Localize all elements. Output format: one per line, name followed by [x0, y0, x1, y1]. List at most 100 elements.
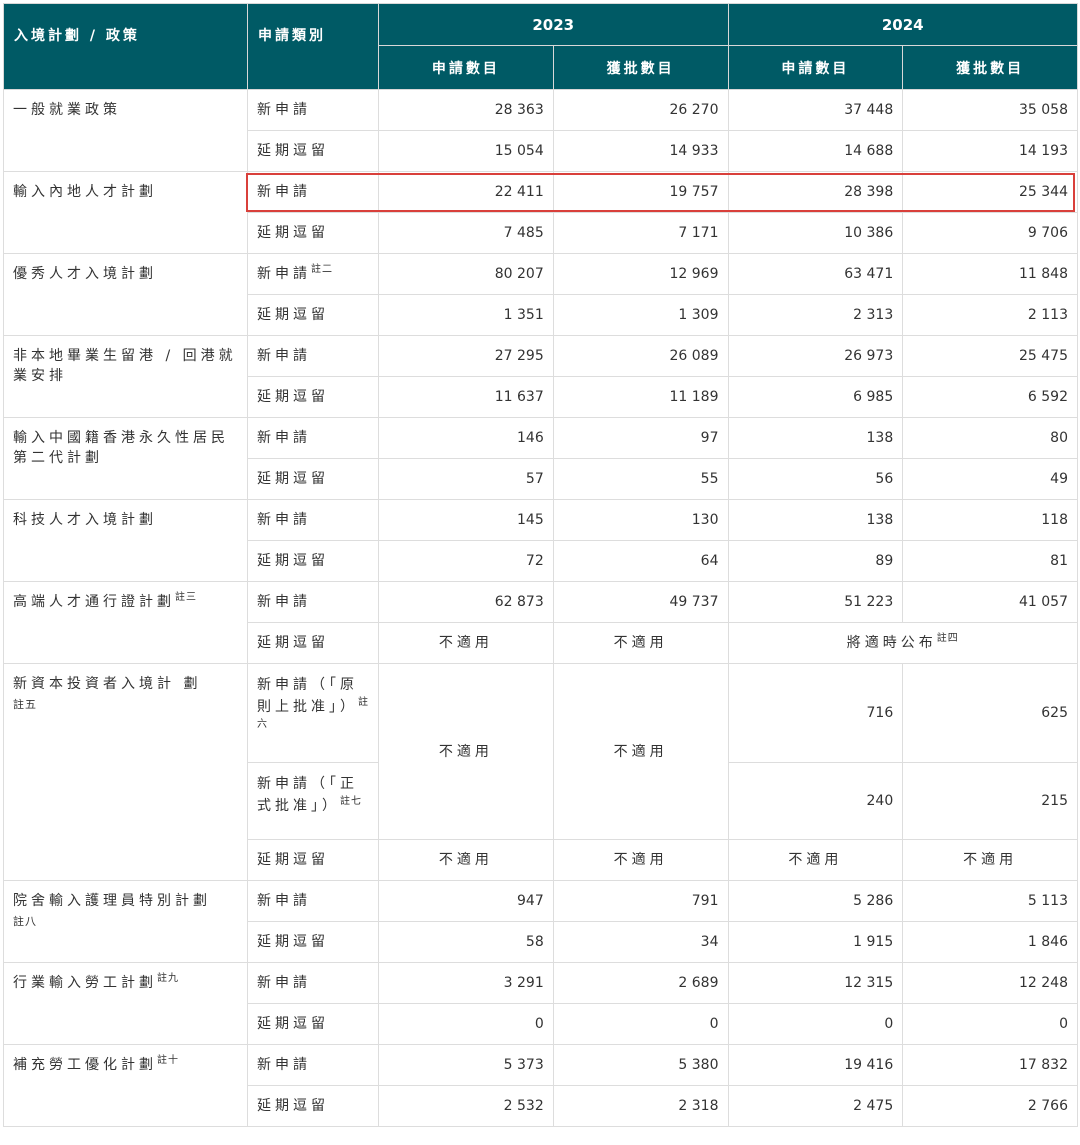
- value-cell: 130: [552, 499, 729, 541]
- scheme-name: 優秀人才入境計劃: [3, 253, 248, 336]
- category-new: 新申請: [247, 417, 379, 459]
- value-cell: 947: [378, 880, 554, 922]
- value-cell: 240: [727, 762, 904, 840]
- table-row: 新資本投資者入境計 劃註五 新申請（「原則上批准」）註六 不適用 不適用 716…: [3, 663, 1078, 881]
- value-cell: 17 832: [902, 1044, 1078, 1086]
- note-mark: 註二: [311, 264, 333, 275]
- value-cell: 72: [378, 540, 554, 582]
- category-new: 新申請註二: [247, 253, 379, 295]
- value-cell: 56: [727, 458, 904, 500]
- value-cell: 5 113: [902, 880, 1078, 922]
- category-extension: 延期逗留: [247, 1085, 379, 1127]
- value-cell: 37 448: [727, 89, 904, 131]
- value-cell: 146: [378, 417, 554, 459]
- value-cell: 716: [727, 663, 904, 763]
- value-cell: 6 985: [727, 376, 904, 418]
- not-applicable-cell: 不適用: [552, 839, 729, 881]
- value-cell: 138: [727, 417, 904, 459]
- scheme-name-cell: 新資本投資者入境計 劃註五: [3, 663, 248, 881]
- category-new: 新申請: [247, 962, 379, 1004]
- value-cell: 0: [552, 1003, 729, 1045]
- category-extension: 延期逗留: [247, 212, 379, 254]
- scheme-name: 高端人才通行證計劃: [13, 594, 175, 610]
- scheme-name-cell: 院舍輸入護理員特別計劃 註八: [3, 880, 248, 963]
- entry-scheme-statistics-table: 入境計劃 / 政策 申請類別 2023 2024 申請數目 獲批數目 申請數目 …: [3, 3, 1078, 1127]
- category-label: 新申請（「原則上批准」）: [257, 677, 358, 715]
- value-cell: 12 248: [902, 962, 1078, 1004]
- value-cell: 15 054: [378, 130, 554, 172]
- table-row: 一般就業政策 新申請 28 363 26 270 37 448 35 058: [3, 89, 1078, 172]
- value-cell: 9 706: [902, 212, 1078, 254]
- category-extension: 延期逗留: [247, 294, 379, 336]
- scheme-name-cell: 行業輸入勞工計劃註九: [3, 962, 248, 1045]
- value-cell: 625: [902, 663, 1078, 763]
- value-cell: 1 846: [902, 921, 1078, 963]
- value-cell: 0: [378, 1003, 554, 1045]
- header-year-2024: 2024: [727, 3, 1078, 46]
- value-cell: 81: [902, 540, 1078, 582]
- value-cell: 14 193: [902, 130, 1078, 172]
- category-extension: 延期逗留: [247, 622, 379, 664]
- value-cell: 1 915: [727, 921, 904, 963]
- to-be-announced-cell: 將適時公布註四: [727, 622, 1078, 664]
- category-extension: 延期逗留: [247, 1003, 379, 1045]
- value-cell: 28 398: [727, 171, 904, 213]
- value-cell: 5 373: [378, 1044, 554, 1086]
- table-row: 行業輸入勞工計劃註九 新申請 3 291 2 689 12 315 12 248: [3, 962, 1078, 1045]
- value-cell: 35 058: [902, 89, 1078, 131]
- value-cell: 10 386: [727, 212, 904, 254]
- value-cell: 57: [378, 458, 554, 500]
- value-cell: 63 471: [727, 253, 904, 295]
- value-cell: 51 223: [727, 581, 904, 623]
- category-extension: 延期逗留: [247, 376, 379, 418]
- header-2023-applications: 申請數目: [378, 45, 554, 90]
- scheme-name: 一般就業政策: [3, 89, 248, 172]
- category-extension: 延期逗留: [247, 540, 379, 582]
- not-applicable-cell: 不適用: [378, 839, 554, 881]
- scheme-name: 行業輸入勞工計劃: [13, 975, 157, 991]
- table-row: 非本地畢業生留港 / 回港就業安排 新申請 27 295 26 089 26 9…: [3, 335, 1078, 418]
- value-cell: 2 475: [727, 1085, 904, 1127]
- category-extension: 延期逗留: [247, 839, 379, 881]
- table-row: 輸入中國籍香港永久性居民第二代計劃 新申請 146 97 138 80: [3, 417, 1078, 500]
- value-cell: 12 969: [552, 253, 729, 295]
- not-applicable-cell: 不適用: [902, 839, 1078, 881]
- value-cell: 14 688: [727, 130, 904, 172]
- value-cell: 2 532: [378, 1085, 554, 1127]
- value-cell: 11 848: [902, 253, 1078, 295]
- value-cell: 7 171: [552, 212, 729, 254]
- value-cell: 791: [552, 880, 729, 922]
- table-row: 補充勞工優化計劃註十 新申請 5 373 5 380 19 416 17 832: [3, 1044, 1078, 1127]
- value-cell: 7 485: [378, 212, 554, 254]
- header-2023-approved: 獲批數目: [552, 45, 729, 90]
- value-cell: 19 416: [727, 1044, 904, 1086]
- value-cell: 22 411: [378, 171, 554, 213]
- header-2024-approved: 獲批數目: [902, 45, 1078, 90]
- note-mark: 註四: [936, 633, 959, 644]
- category-extension: 延期逗留: [247, 130, 379, 172]
- note-mark: 註七: [340, 796, 362, 807]
- value-cell: 11 189: [552, 376, 729, 418]
- scheme-name: 新資本投資者入境計 劃: [13, 676, 202, 692]
- value-cell: 19 757: [552, 171, 729, 213]
- value-cell: 49: [902, 458, 1078, 500]
- category-new-formal: 新申請（「正式批准」）註七: [247, 762, 379, 840]
- value-cell: 49 737: [552, 581, 729, 623]
- value-cell: 0: [727, 1003, 904, 1045]
- value-cell: 2 689: [552, 962, 729, 1004]
- value-cell: 0: [902, 1003, 1078, 1045]
- scheme-name: 補充勞工優化計劃: [13, 1057, 157, 1073]
- value-cell: 26 089: [552, 335, 729, 377]
- value-cell: 5 380: [552, 1044, 729, 1086]
- not-applicable-cell: 不適用: [378, 622, 554, 664]
- value-cell: 2 318: [552, 1085, 729, 1127]
- value-cell: 1 309: [552, 294, 729, 336]
- value-cell: 138: [727, 499, 904, 541]
- value-cell: 25 475: [902, 335, 1078, 377]
- value-cell: 118: [902, 499, 1078, 541]
- value-cell: 3 291: [378, 962, 554, 1004]
- value-cell: 41 057: [902, 581, 1078, 623]
- category-new: 新申請: [247, 89, 379, 131]
- note-mark: 註五: [13, 698, 37, 711]
- category-new: 新申請: [247, 880, 379, 922]
